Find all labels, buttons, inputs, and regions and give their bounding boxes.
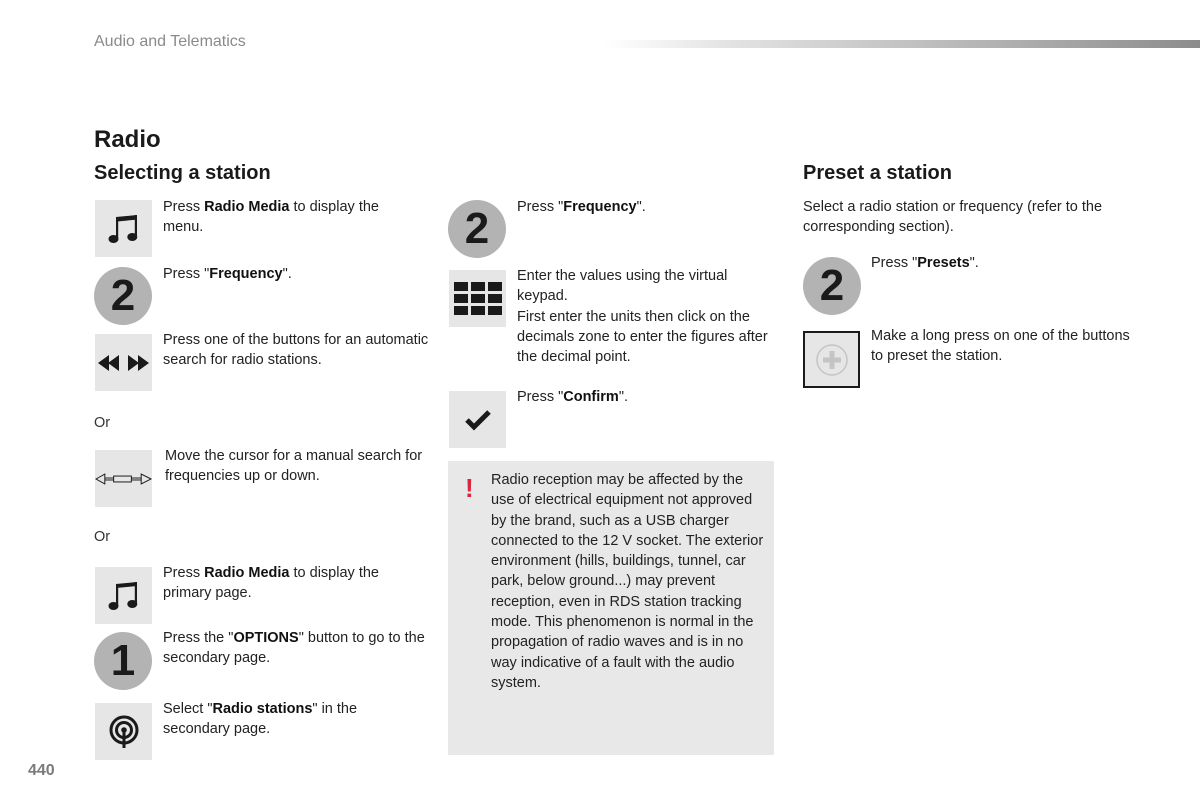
- step-text: Press one of the buttons for an automati…: [163, 332, 429, 369]
- step-text: Press the "OPTIONS" button to go to the …: [163, 630, 425, 667]
- step-text: Press "Frequency".: [517, 199, 646, 215]
- step-text: Make a long press on one of the buttons …: [871, 328, 1130, 365]
- music-note-icon: [95, 200, 152, 257]
- section-heading-preset: Preset a station: [803, 162, 952, 184]
- keypad-instruction-line1: Enter the values using the virtual keypa…: [517, 268, 728, 305]
- step-text: Select "Radio stations" in the secondary…: [163, 701, 358, 738]
- step-text: Press "Frequency".: [163, 266, 292, 282]
- page-title: Radio: [94, 126, 161, 153]
- step-text: Move the cursor for a manual search for …: [165, 448, 423, 485]
- checkmark-icon: [449, 391, 506, 448]
- slider-cursor-icon: [95, 450, 152, 507]
- warning-text: Radio reception may be affected by the u…: [491, 472, 764, 691]
- step-number-badge: 2: [803, 257, 861, 315]
- preset-intro: Select a radio station or frequency (ref…: [803, 199, 1103, 236]
- add-preset-icon: [803, 331, 860, 388]
- step-text: Press "Confirm".: [517, 389, 629, 405]
- section-heading-selecting: Selecting a station: [94, 162, 271, 184]
- page-number: 440: [28, 762, 55, 779]
- warning-box: ! Radio reception may be affected by the…: [448, 461, 774, 755]
- keypad-instruction-line2: First enter the units then click on the …: [517, 308, 768, 366]
- step-text: Press "Presets".: [871, 255, 979, 271]
- or-separator: Or: [94, 529, 111, 545]
- header-section-title: Audio and Telematics: [94, 33, 246, 50]
- music-note-icon: [95, 567, 152, 624]
- step-number-badge: 2: [94, 267, 152, 325]
- step-number-badge: 1: [94, 632, 152, 690]
- header-gradient-bar: [605, 40, 1200, 48]
- step-text: Press Radio Media to display the menu.: [163, 199, 379, 236]
- or-separator: Or: [94, 415, 111, 431]
- radio-stations-icon: [95, 703, 152, 760]
- step-text: Press Radio Media to display the primary…: [163, 565, 379, 602]
- step-text: Enter the values using the virtual keypa…: [517, 266, 777, 367]
- step-number-badge: 2: [448, 200, 506, 258]
- warning-icon: !: [465, 473, 474, 503]
- keypad-icon: [449, 270, 506, 327]
- seek-buttons-icon: [95, 334, 152, 391]
